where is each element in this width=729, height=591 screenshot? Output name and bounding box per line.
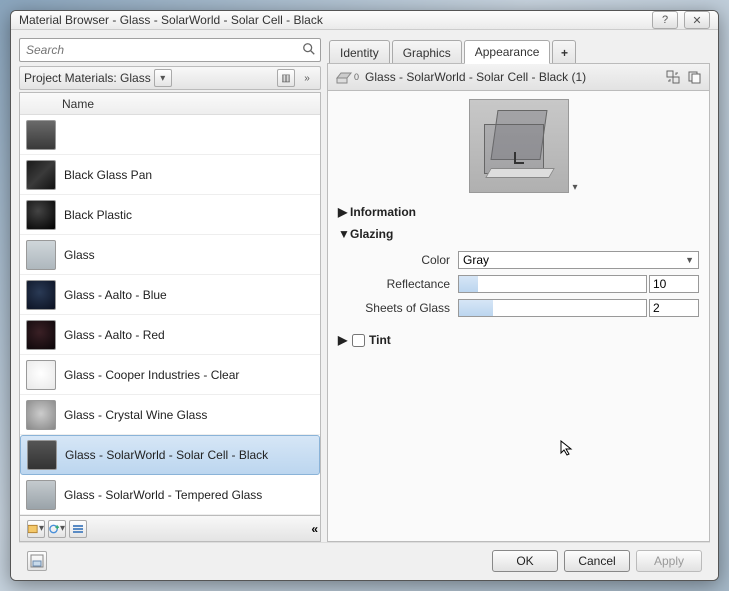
asset-name: Glass - SolarWorld - Solar Cell - Black …: [359, 70, 661, 84]
material-browser-window: Material Browser - Glass - SolarWorld - …: [10, 10, 719, 581]
search-input[interactable]: [24, 42, 302, 58]
reflectance-slider[interactable]: [458, 275, 647, 293]
right-panel: Identity Graphics Appearance + 0 Glass -…: [327, 38, 710, 542]
material-name: Black Plastic: [64, 208, 132, 222]
section-information[interactable]: ▶ Information: [338, 201, 699, 223]
replace-asset-button[interactable]: [664, 68, 682, 86]
close-button[interactable]: ✕: [684, 11, 710, 29]
section-glazing-label: Glazing: [350, 227, 393, 241]
material-swatch: [26, 480, 56, 510]
chevron-right-icon: ▶: [338, 205, 350, 219]
material-swatch: [26, 200, 56, 230]
material-swatch: [26, 120, 56, 150]
material-list: Name Black Glass Pan Black Plastic Glass Gl…: [19, 92, 321, 516]
material-row[interactable]: Glass - Crystal Wine Glass: [20, 395, 320, 435]
filter-label: Project Materials: Glass: [24, 71, 151, 85]
asset-header: 0 Glass - SolarWorld - Solar Cell - Blac…: [327, 63, 710, 91]
material-name: Glass - Aalto - Red: [64, 328, 165, 342]
tint-checkbox[interactable]: [352, 334, 365, 347]
left-bottom-toolbar: ▾ ▾ «: [19, 516, 321, 542]
reflectance-label: Reflectance: [338, 277, 458, 291]
filter-bar: Project Materials: Glass ▾ ▥ »: [19, 66, 321, 90]
material-row[interactable]: Glass - Aalto - Blue: [20, 275, 320, 315]
material-swatch: [26, 320, 56, 350]
ok-button[interactable]: OK: [492, 550, 558, 572]
main-row: Project Materials: Glass ▾ ▥ » Name Blac…: [19, 38, 710, 542]
preview-wrap: ▾: [338, 99, 699, 193]
list-header-name[interactable]: Name: [20, 93, 320, 115]
search-box[interactable]: [19, 38, 321, 62]
list-options-button[interactable]: [69, 520, 87, 538]
glazing-body: Color Gray ▼ Reflectance: [338, 245, 699, 329]
material-name: Black Glass Pan: [64, 168, 152, 182]
preview-dropdown-icon[interactable]: ▾: [573, 182, 578, 193]
dialog-bottom: OK Cancel Apply: [19, 542, 710, 578]
material-preview[interactable]: [469, 99, 569, 193]
titlebar: Material Browser - Glass - SolarWorld - …: [11, 11, 718, 30]
tab-appearance[interactable]: Appearance: [464, 40, 551, 64]
apply-button[interactable]: Apply: [636, 550, 702, 572]
section-glazing[interactable]: ▼ Glazing: [338, 223, 699, 245]
material-row[interactable]: Glass - Cooper Industries - Clear: [20, 355, 320, 395]
material-swatch: [26, 160, 56, 190]
material-name: Glass - Aalto - Blue: [64, 288, 167, 302]
material-name: Glass - Cooper Industries - Clear: [64, 368, 239, 382]
content-area: Project Materials: Glass ▾ ▥ » Name Blac…: [11, 30, 718, 581]
section-tint-label: Tint: [369, 333, 391, 347]
material-row[interactable]: Glass: [20, 235, 320, 275]
window-title: Material Browser - Glass - SolarWorld - …: [19, 13, 646, 27]
tab-graphics[interactable]: Graphics: [392, 40, 462, 64]
material-name: Glass - Crystal Wine Glass: [64, 408, 207, 422]
material-swatch: [27, 440, 57, 470]
color-value: Gray: [463, 253, 489, 267]
material-swatch: [26, 360, 56, 390]
material-row[interactable]: Glass - SolarWorld - Tempered Glass: [20, 475, 320, 515]
section-tint[interactable]: ▶ Tint: [338, 329, 699, 351]
sheets-input[interactable]: [649, 299, 699, 317]
material-swatch: [26, 280, 56, 310]
collapse-panel-button[interactable]: «: [311, 522, 316, 536]
reflectance-input[interactable]: [649, 275, 699, 293]
material-swatch: [26, 400, 56, 430]
new-material-button[interactable]: ▾: [48, 520, 66, 538]
material-name: Glass - SolarWorld - Solar Cell - Black: [65, 448, 268, 462]
properties-area: ▾ ▶ Information ▼ Glazing Color: [327, 91, 710, 542]
filter-dropdown-button[interactable]: ▾: [154, 69, 172, 87]
color-dropdown[interactable]: Gray ▼: [458, 251, 699, 269]
duplicate-asset-button[interactable]: [685, 68, 703, 86]
section-information-label: Information: [350, 205, 416, 219]
chevron-right-icon: ▶: [338, 333, 350, 347]
sheets-slider[interactable]: [458, 299, 647, 317]
material-row[interactable]: Glass - Aalto - Red: [20, 315, 320, 355]
sheets-label: Sheets of Glass: [338, 301, 458, 315]
list-body[interactable]: Black Glass Pan Black Plastic Glass Glass -…: [20, 115, 320, 515]
chevron-down-icon: ▼: [338, 227, 350, 241]
cursor-icon: [560, 440, 576, 456]
preview-toggle-button[interactable]: [27, 551, 47, 571]
left-panel: Project Materials: Glass ▾ ▥ » Name Blac…: [19, 38, 321, 542]
view-mode-button[interactable]: ▥: [277, 69, 295, 87]
material-row[interactable]: Glass - SolarWorld - Solar Cell - Black: [20, 435, 320, 475]
material-name: Glass: [64, 248, 95, 262]
material-swatch: [26, 240, 56, 270]
asset-type-icon: [334, 67, 354, 87]
material-name: Glass - SolarWorld - Tempered Glass: [64, 488, 262, 502]
tab-bar: Identity Graphics Appearance +: [327, 38, 710, 64]
material-row[interactable]: [20, 115, 320, 155]
tab-add[interactable]: +: [552, 40, 576, 64]
color-label: Color: [338, 253, 458, 267]
expand-panel-button[interactable]: »: [298, 69, 316, 87]
search-icon[interactable]: [302, 42, 316, 59]
chevron-down-icon: ▼: [685, 255, 694, 265]
library-button[interactable]: ▾: [27, 520, 45, 538]
cancel-button[interactable]: Cancel: [564, 550, 630, 572]
help-button[interactable]: ?: [652, 11, 678, 29]
material-row[interactable]: Black Glass Pan: [20, 155, 320, 195]
tab-identity[interactable]: Identity: [329, 40, 390, 64]
material-row[interactable]: Black Plastic: [20, 195, 320, 235]
